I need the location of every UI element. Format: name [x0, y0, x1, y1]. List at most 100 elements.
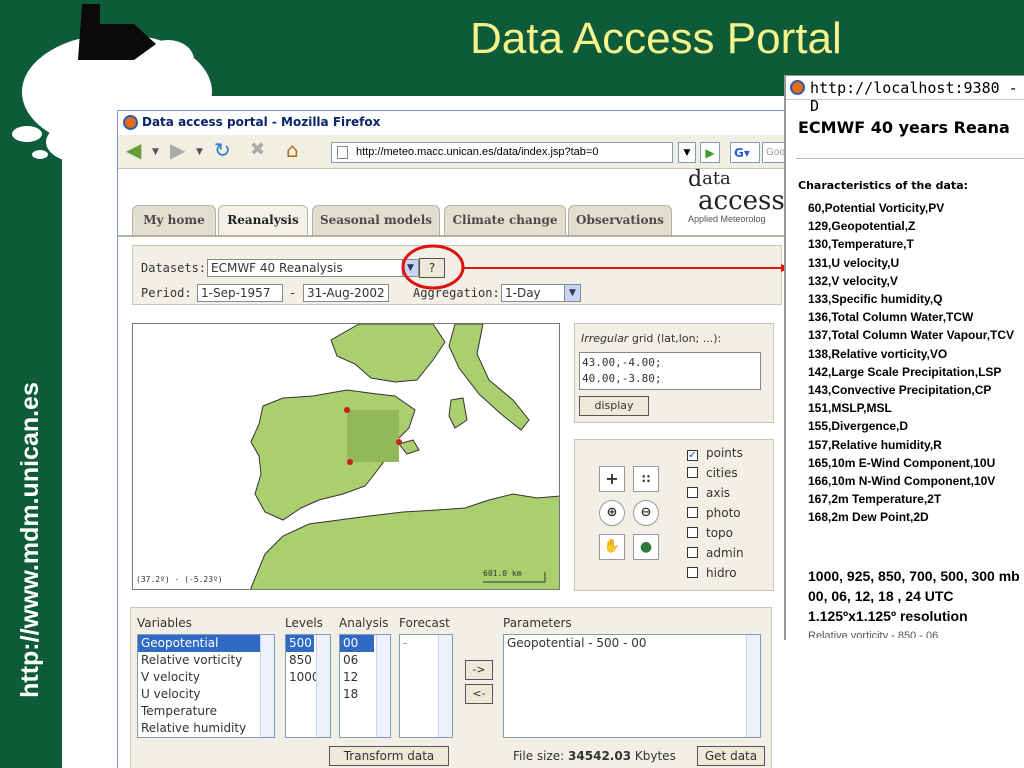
grid-textarea[interactable]: 43.00,-4.00; 40.00,-3.80; [579, 352, 761, 390]
variables-list[interactable]: Geopotential Relative vorticity V veloci… [137, 634, 275, 738]
parameters-list[interactable]: Geopotential - 500 - 00 [503, 634, 761, 738]
popup-levels-info: 1000, 925, 850, 700, 500, 300 mb 00, 06,… [808, 566, 1020, 626]
list-item[interactable]: Temperature [138, 703, 274, 720]
list-item[interactable]: 00 [340, 635, 374, 652]
popup-url: http://localhost:9380 - D [810, 79, 1018, 115]
dataset-info-popup: http://localhost:9380 - D ECMWF 40 years… [784, 75, 1024, 640]
tab-my-home[interactable]: My home [132, 205, 216, 235]
list-item[interactable]: U velocity [138, 686, 274, 703]
analysis-list[interactable]: 00 06 12 18 [339, 634, 391, 738]
layer-admin[interactable]: admin [687, 546, 744, 564]
back-dropdown-icon[interactable]: ▼ [152, 147, 159, 157]
aggregation-value: 1-Day [505, 286, 541, 300]
data-access-logo: data access Applied Meteorolog [688, 168, 785, 232]
file-size-label: File size: [513, 749, 565, 763]
list-item: 130,Temperature,T [808, 237, 914, 252]
highlight-circle [401, 244, 465, 290]
list-item: 60,Potential Vorticity,PV [808, 201, 945, 215]
reload-icon[interactable]: ↻ [214, 138, 231, 162]
scrollbar[interactable] [438, 635, 452, 737]
analysis-header: Analysis [339, 616, 389, 630]
list-item: 137,Total Column Water Vapour,TCV [808, 328, 1015, 343]
scrollbar[interactable] [316, 635, 330, 737]
popup-clipped-line: Relative vorticity - 850 - 06 [808, 630, 939, 638]
layer-topo[interactable]: topo [687, 526, 733, 544]
layer-axis[interactable]: axis [687, 486, 730, 504]
globe-icon[interactable]: ● [633, 534, 659, 560]
slide-title: Data Access Portal [470, 14, 842, 63]
grid-points-icon[interactable]: ∷ [633, 466, 659, 492]
bubble-decoration [32, 150, 48, 159]
tab-observations[interactable]: Observations [568, 205, 672, 235]
scale-label: 601.0 km [483, 569, 522, 578]
checkbox-icon [687, 567, 698, 578]
list-item[interactable]: Geopotential - 500 - 00 [504, 635, 760, 652]
map-tools-panel: + ∷ ⊕ ⊖ ✋ ● ✓ points cities axis photo to… [574, 439, 774, 591]
list-item[interactable]: Geopotential [138, 635, 274, 652]
get-data-button[interactable]: Get data [697, 746, 765, 766]
forward-dropdown-icon[interactable]: ▼ [196, 147, 203, 157]
dataset-select[interactable]: ECMWF 40 Reanalysis ▼ [207, 259, 419, 277]
logo-subtitle: Applied Meteorolog [688, 214, 766, 224]
list-item[interactable]: Relative humidity [138, 720, 274, 737]
checkbox-icon [687, 527, 698, 538]
list-item: 129,Geopotential,Z [808, 219, 916, 234]
tab-seasonal-models[interactable]: Seasonal models [312, 205, 440, 235]
side-url-text: http://www.mdm.unican.es [16, 382, 44, 698]
logo-mark [78, 4, 156, 60]
zoom-in-icon[interactable]: ⊕ [599, 500, 625, 526]
list-item: 136,Total Column Water,TCW [808, 310, 974, 325]
zoom-out-icon[interactable]: ⊖ [633, 500, 659, 526]
forecast-list[interactable]: - [399, 634, 453, 738]
tab-reanalysis[interactable]: Reanalysis [218, 205, 308, 235]
layer-hidro[interactable]: hidro [687, 566, 737, 584]
home-icon[interactable]: ⌂ [286, 138, 299, 162]
list-item[interactable]: Relative vorticity [138, 652, 274, 669]
datasets-label: Datasets: [141, 261, 207, 275]
grid-panel: Irregular grid (lat,lon; ...): 43.00,-4.… [574, 323, 774, 423]
levels-list[interactable]: 500 850 1000 [285, 634, 331, 738]
url-input[interactable]: http://meteo.macc.unican.es/data/index.j… [331, 142, 673, 163]
checkbox-icon [687, 467, 698, 478]
go-icon[interactable]: ▶ [700, 142, 720, 163]
map-view[interactable]: (37.2º) - (-5.23º) 601.0 km [132, 323, 560, 590]
firefox-icon [790, 80, 805, 95]
browser-window: Data access portal - Mozilla Firefox ◀ ▼… [117, 110, 794, 768]
list-item[interactable]: V velocity [138, 669, 274, 686]
list-item[interactable]: 1000 [286, 669, 316, 686]
highlight-arrow [463, 264, 791, 272]
forecast-header: Forecast [399, 616, 450, 630]
url-text: http://meteo.macc.unican.es/data/index.j… [356, 146, 599, 158]
tab-climate-change[interactable]: Climate change [444, 205, 566, 235]
stop-icon[interactable]: ✖ [250, 139, 265, 160]
variables-panel: Variables Levels Analysis Forecast Param… [130, 607, 772, 768]
transform-data-button[interactable]: Transform data [329, 746, 449, 766]
layer-photo[interactable]: photo [687, 506, 741, 524]
remove-parameter-button[interactable]: <- [465, 684, 493, 704]
pan-hand-icon[interactable]: ✋ [599, 534, 625, 560]
aggregation-select[interactable]: 1-Day ▼ [501, 284, 581, 302]
forward-arrow-icon[interactable]: ▶ [170, 138, 185, 162]
layer-cities[interactable]: cities [687, 466, 738, 484]
list-item: 138,Relative vorticity,VO [808, 346, 948, 361]
add-parameter-button[interactable]: -> [465, 660, 493, 680]
scrollbar[interactable] [376, 635, 390, 737]
add-point-icon[interactable]: + [599, 466, 625, 492]
url-dropdown-icon[interactable]: ▼ [678, 142, 696, 163]
layer-label: points [706, 446, 743, 460]
scrollbar[interactable] [746, 635, 760, 737]
time-steps: 00, 06, 12, 18 , 24 UTC [808, 588, 954, 604]
period-label: Period: [141, 286, 192, 300]
layer-points[interactable]: ✓ points [687, 446, 743, 464]
period-start-input[interactable]: 1-Sep-1957 [197, 284, 283, 302]
back-arrow-icon[interactable]: ◀ [126, 138, 141, 162]
layer-label: topo [706, 526, 734, 540]
parameters-header: Parameters [503, 616, 572, 630]
list-item: 165,10m E-Wind Component,10U [808, 455, 996, 470]
popup-divider [796, 158, 1024, 159]
search-engine-icon[interactable]: G▾ [730, 142, 760, 163]
scrollbar[interactable] [260, 635, 274, 737]
list-item[interactable]: 500 [286, 635, 314, 652]
display-button[interactable]: display [579, 396, 649, 416]
period-end-input[interactable]: 31-Aug-2002 [303, 284, 389, 302]
